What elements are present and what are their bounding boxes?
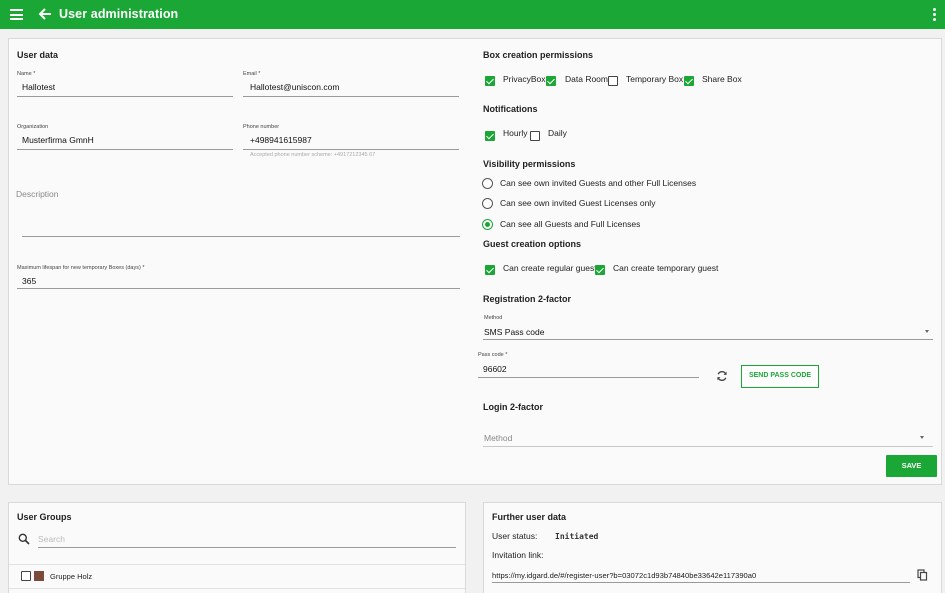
share-box-checkbox[interactable] bbox=[684, 76, 694, 86]
app-header: User administration bbox=[0, 0, 945, 29]
regular-guest-checkbox[interactable] bbox=[485, 265, 495, 275]
invitation-link-underline bbox=[492, 582, 910, 583]
user-data-heading: User data bbox=[17, 50, 59, 60]
visibility-radio-1[interactable] bbox=[482, 178, 493, 189]
send-pass-code-button[interactable]: SEND PASS CODE bbox=[741, 365, 819, 388]
passcode-underline bbox=[478, 377, 699, 378]
visibility-option-1: Can see own invited Guests and other Ful… bbox=[500, 178, 697, 188]
group-checkbox[interactable] bbox=[21, 571, 31, 581]
name-label: Name * bbox=[17, 71, 36, 77]
phone-underline bbox=[243, 149, 459, 150]
save-button[interactable]: SAVE bbox=[886, 455, 937, 477]
invitation-link-label: Invitation link: bbox=[492, 550, 544, 560]
further-user-data-heading: Further user data bbox=[492, 512, 567, 522]
description-input[interactable]: Description bbox=[16, 189, 59, 199]
registration-method-select[interactable]: SMS Pass code bbox=[484, 327, 544, 337]
organization-label: Organization bbox=[17, 124, 49, 130]
organization-input[interactable]: Musterfirma GmnH bbox=[22, 135, 94, 145]
user-status-value: Initiated bbox=[555, 532, 599, 541]
group-list-divider bbox=[9, 588, 465, 589]
refresh-icon[interactable] bbox=[716, 370, 728, 382]
registration-method-label: Method bbox=[484, 315, 503, 321]
more-options-icon[interactable] bbox=[933, 8, 937, 22]
passcode-input[interactable]: 96602 bbox=[483, 364, 507, 374]
regular-guest-label: Can create regular guest bbox=[503, 263, 597, 273]
lifespan-input[interactable]: 365 bbox=[22, 276, 36, 286]
daily-checkbox[interactable] bbox=[530, 131, 540, 141]
user-groups-heading: User Groups bbox=[17, 512, 72, 522]
registration-2fa-heading: Registration 2-factor bbox=[483, 294, 572, 304]
visibility-option-2: Can see own invited Guest Licenses only bbox=[500, 198, 656, 208]
temporary-guest-label: Can create temporary guest bbox=[613, 263, 719, 273]
search-icon bbox=[18, 533, 30, 545]
group-search-underline bbox=[38, 547, 456, 548]
visibility-heading: Visibility permissions bbox=[483, 159, 576, 169]
email-input[interactable]: Hallotest@uniscon.com bbox=[250, 82, 339, 92]
notifications-heading: Notifications bbox=[483, 104, 538, 114]
chevron-down-icon[interactable] bbox=[920, 436, 924, 439]
group-search-input[interactable]: Search bbox=[38, 534, 65, 544]
data-room-checkbox[interactable] bbox=[546, 76, 556, 86]
visibility-option-3: Can see all Guests and Full Licenses bbox=[500, 219, 641, 229]
share-box-label: Share Box bbox=[702, 74, 742, 84]
phone-label: Phone number bbox=[243, 124, 280, 130]
privacybox-label: PrivacyBox bbox=[503, 74, 546, 84]
group-label: Gruppe Holz bbox=[50, 572, 93, 581]
hourly-checkbox[interactable] bbox=[485, 131, 495, 141]
login-method-select[interactable]: Method bbox=[484, 433, 512, 443]
hourly-label: Hourly bbox=[503, 128, 528, 138]
page-title: User administration bbox=[59, 7, 179, 21]
email-underline bbox=[243, 96, 459, 97]
name-underline bbox=[17, 96, 233, 97]
lifespan-label: Maximum lifespan for new temporary Boxes… bbox=[17, 265, 145, 271]
invitation-link-value[interactable]: https://my.idgard.de/#/register-user?b=0… bbox=[492, 571, 756, 580]
temporary-box-checkbox[interactable] bbox=[608, 76, 618, 86]
group-color-swatch bbox=[34, 571, 44, 581]
phone-input[interactable]: +498941615987 bbox=[250, 135, 312, 145]
group-list-divider bbox=[9, 564, 465, 565]
temporary-box-label: Temporary Box bbox=[626, 74, 684, 84]
description-underline bbox=[22, 236, 460, 237]
login-method-underline bbox=[483, 446, 933, 447]
lifespan-underline bbox=[17, 288, 460, 289]
back-arrow-icon[interactable] bbox=[37, 6, 53, 22]
privacybox-checkbox[interactable] bbox=[485, 76, 495, 86]
passcode-label: Pass code * bbox=[478, 352, 508, 358]
phone-hint: Accepted phone number scheme: +491721234… bbox=[250, 152, 376, 158]
organization-underline bbox=[17, 149, 233, 150]
daily-label: Daily bbox=[548, 128, 567, 138]
menu-icon[interactable] bbox=[10, 9, 23, 20]
visibility-radio-2[interactable] bbox=[482, 198, 493, 209]
visibility-radio-3[interactable] bbox=[482, 219, 493, 230]
email-label: Email * bbox=[243, 71, 261, 77]
user-status-label: User status: bbox=[492, 531, 538, 541]
box-creation-heading: Box creation permissions bbox=[483, 50, 594, 60]
chevron-down-icon[interactable] bbox=[925, 330, 929, 333]
user-data-card bbox=[8, 38, 942, 485]
temporary-guest-checkbox[interactable] bbox=[595, 265, 605, 275]
data-room-label: Data Room bbox=[565, 74, 608, 84]
registration-method-underline bbox=[483, 339, 933, 340]
guest-creation-heading: Guest creation options bbox=[483, 239, 582, 249]
copy-icon[interactable] bbox=[917, 569, 928, 581]
login-2fa-heading: Login 2-factor bbox=[483, 402, 543, 412]
name-input[interactable]: Hallotest bbox=[22, 82, 55, 92]
